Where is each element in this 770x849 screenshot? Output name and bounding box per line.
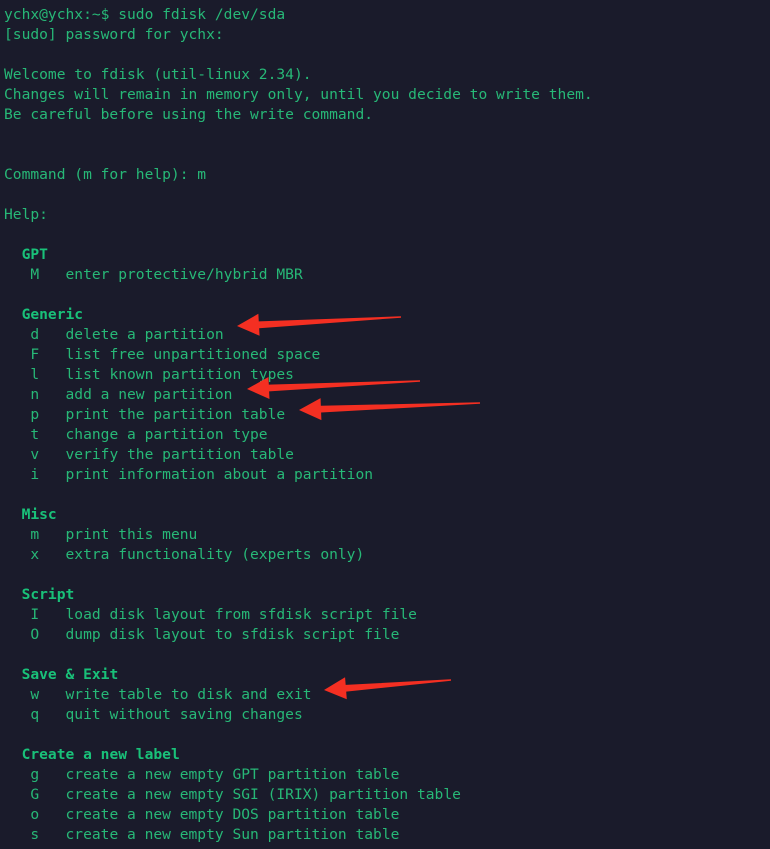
help-command-row: o create a new empty DOS partition table: [4, 805, 770, 825]
prompt-line: ychx@ychx:~$ sudo fdisk /dev/sda: [4, 6, 286, 23]
help-command-row: t change a partition type: [4, 425, 770, 445]
command-key: v: [30, 446, 40, 463]
command-description: list free unpartitioned space: [65, 346, 321, 363]
command-key: d: [30, 326, 40, 343]
command-key: x: [30, 546, 40, 563]
command-key: O: [30, 626, 40, 643]
section-header-label: Save & Exit: [21, 666, 119, 683]
help-command-row: x extra functionality (experts only): [4, 545, 770, 565]
command-key: i: [30, 466, 40, 483]
help-label: Help:: [4, 206, 48, 223]
help-command-row: v verify the partition table: [4, 445, 770, 465]
section-header: Create a new label: [4, 745, 770, 765]
help-command-row: m print this menu: [4, 525, 770, 545]
help-command-row: G create a new empty SGI (IRIX) partitio…: [4, 785, 770, 805]
command-prompt-line: Command (m for help): m: [4, 166, 207, 183]
section-header-label: GPT: [21, 246, 48, 263]
command-key: G: [30, 786, 40, 803]
command-key: s: [30, 826, 40, 843]
sudo-password-line: [sudo] password for ychx:: [4, 26, 224, 43]
section-header-label: Script: [21, 586, 75, 603]
help-command-row: l list known partition types: [4, 365, 770, 385]
help-command-row: w write table to disk and exit: [4, 685, 770, 705]
help-command-row: i print information about a partition: [4, 465, 770, 485]
command-description: verify the partition table: [65, 446, 294, 463]
changes-note-line: Changes will remain in memory only, unti…: [4, 86, 593, 103]
help-command-row: g create a new empty GPT partition table: [4, 765, 770, 785]
command-key: M: [30, 266, 40, 283]
careful-note-line: Be careful before using the write comman…: [4, 106, 374, 123]
help-command-row: F list free unpartitioned space: [4, 345, 770, 365]
help-command-row: I load disk layout from sfdisk script fi…: [4, 605, 770, 625]
section-header-label: Create a new label: [21, 746, 180, 763]
command-key: m: [30, 526, 40, 543]
command-key: t: [30, 426, 40, 443]
command-description: create a new empty SGI (IRIX) partition …: [65, 786, 461, 803]
command-description: print the partition table: [65, 406, 286, 423]
help-command-row: d delete a partition: [4, 325, 770, 345]
section-header-label: Generic: [21, 306, 84, 323]
section-header-label: Misc: [21, 506, 57, 523]
help-command-row: M enter protective/hybrid MBR: [4, 265, 770, 285]
command-key: I: [30, 606, 40, 623]
command-description: create a new empty GPT partition table: [65, 766, 400, 783]
section-header: Misc: [4, 505, 770, 525]
terminal-screen[interactable]: ychx@ychx:~$ sudo fdisk /dev/sda [sudo] …: [0, 0, 770, 845]
command-description: add a new partition: [65, 386, 233, 403]
command-key: o: [30, 806, 40, 823]
help-command-row: O dump disk layout to sfdisk script file: [4, 625, 770, 645]
section-header: Generic: [4, 305, 770, 325]
command-key: g: [30, 766, 40, 783]
help-command-row: p print the partition table: [4, 405, 770, 425]
command-description: quit without saving changes: [65, 706, 303, 723]
command-description: create a new empty Sun partition table: [65, 826, 400, 843]
terminal-window: ychx@ychx:~$ sudo fdisk /dev/sda [sudo] …: [0, 0, 770, 849]
command-description: dump disk layout to sfdisk script file: [65, 626, 400, 643]
help-command-row: q quit without saving changes: [4, 705, 770, 725]
section-header: GPT: [4, 245, 770, 265]
command-key: F: [30, 346, 40, 363]
command-key: l: [30, 366, 40, 383]
command-description: enter protective/hybrid MBR: [65, 266, 303, 283]
command-description: extra functionality (experts only): [65, 546, 365, 563]
command-key: n: [30, 386, 40, 403]
section-header: Script: [4, 585, 770, 605]
command-key: w: [30, 686, 40, 703]
command-description: delete a partition: [65, 326, 224, 343]
help-sections: GPT M enter protective/hybrid MBR Generi…: [4, 225, 770, 845]
help-command-row: s create a new empty Sun partition table: [4, 825, 770, 845]
command-description: print this menu: [65, 526, 198, 543]
command-description: create a new empty DOS partition table: [65, 806, 400, 823]
command-key: p: [30, 406, 40, 423]
command-description: load disk layout from sfdisk script file: [65, 606, 417, 623]
command-key: q: [30, 706, 40, 723]
welcome-line: Welcome to fdisk (util-linux 2.34).: [4, 66, 312, 83]
help-command-row: n add a new partition: [4, 385, 770, 405]
command-description: list known partition types: [65, 366, 294, 383]
command-description: print information about a partition: [65, 466, 374, 483]
command-description: write table to disk and exit: [65, 686, 312, 703]
section-header: Save & Exit: [4, 665, 770, 685]
command-description: change a partition type: [65, 426, 268, 443]
